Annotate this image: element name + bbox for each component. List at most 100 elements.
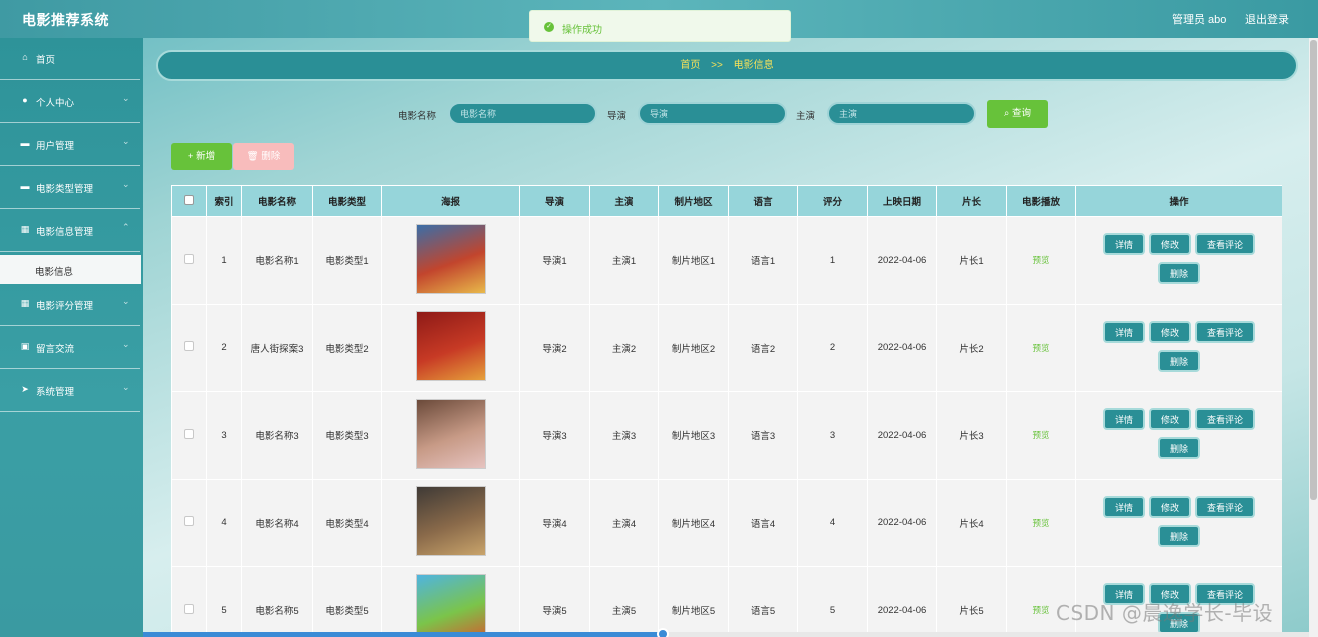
clipboard-icon: ▣	[20, 341, 30, 351]
movie-poster-image	[415, 311, 486, 382]
row-checkbox[interactable]	[184, 603, 194, 614]
query-button[interactable]: ⌕ 查询	[987, 100, 1048, 128]
vertical-scrollbar[interactable]	[1309, 38, 1318, 637]
sidebar-item-message-board[interactable]: ▣ 留言交流 ⌄	[0, 327, 140, 369]
detail-button[interactable]: 详情	[1102, 495, 1145, 518]
preview-cell: 预览	[1006, 478, 1076, 567]
preview-link[interactable]: 预览	[1032, 430, 1049, 440]
row-select-cell	[171, 478, 207, 567]
sidebar-item-personal-center[interactable]: ● 个人中心 ⌄	[0, 81, 140, 123]
poster-cell	[381, 216, 520, 305]
cell-actor: 主演3	[589, 391, 659, 480]
sidebar-item-user-management[interactable]: ▬ 用户管理 ⌄	[0, 124, 140, 166]
delete-button[interactable]: 删除	[1157, 524, 1200, 547]
view-comments-button[interactable]: 查看评论	[1195, 495, 1256, 518]
send-icon: ➤	[21, 384, 29, 394]
column-header: 评分	[797, 185, 868, 217]
preview-link[interactable]: 预览	[1032, 605, 1049, 615]
sidebar-item-movie-score-management[interactable]: ▦ 电影评分管理 ⌄	[0, 284, 140, 326]
view-comments-button[interactable]: 查看评论	[1195, 320, 1256, 343]
home-icon: ⌂	[22, 52, 28, 62]
breadcrumb-current: 电影信息	[733, 60, 774, 71]
sidebar-item-label: 电影类型管理	[36, 184, 94, 195]
actor-input[interactable]	[827, 102, 976, 125]
cell-director: 导演2	[519, 303, 590, 392]
horizontal-scrollbar-handle[interactable]	[657, 628, 669, 637]
column-header: 片长	[936, 185, 1007, 217]
operations-cell: 详情 修改 查看评论删除	[1075, 303, 1282, 392]
horizontal-scrollbar-thumb[interactable]	[143, 632, 663, 637]
cell-region: 制片地区3	[658, 391, 729, 480]
edit-button[interactable]: 修改	[1148, 495, 1191, 518]
logout-link[interactable]: 退出登录	[1245, 11, 1289, 27]
view-comments-button[interactable]: 查看评论	[1195, 233, 1256, 256]
breadcrumb-separator: >>	[711, 60, 723, 71]
delete-button[interactable]: 删除	[1157, 437, 1200, 460]
delete-button[interactable]: 删除	[1157, 262, 1200, 285]
director-label: 导演	[607, 111, 627, 122]
table-row: 4 电影名称4 电影类型4 导演4 主演4 制片地区4 语言4 4 2022-04-06 片长4 预…	[171, 478, 1282, 567]
cell-score: 3	[797, 391, 868, 480]
cell-language: 语言1	[728, 216, 798, 305]
sidebar-item-movie-type-management[interactable]: ▬ 电影类型管理 ⌄	[0, 167, 140, 209]
movie-name-label: 电影名称	[398, 111, 437, 122]
sidebar-item-label: 系统管理	[36, 387, 75, 398]
column-header: 海报	[381, 185, 520, 217]
cell-length: 片长1	[936, 216, 1007, 305]
row-checkbox[interactable]	[184, 516, 194, 527]
row-checkbox[interactable]	[184, 341, 194, 352]
cell-length: 片长3	[936, 391, 1007, 480]
view-comments-button[interactable]: 查看评论	[1195, 408, 1256, 431]
column-header: 索引	[206, 185, 242, 217]
cell-type: 电影类型3	[312, 391, 382, 480]
sidebar-subitem-movie-info[interactable]: 电影信息	[0, 255, 141, 284]
director-input[interactable]	[638, 102, 787, 125]
row-checkbox[interactable]	[184, 253, 194, 264]
detail-button[interactable]: 详情	[1102, 233, 1145, 256]
sidebar-item-label: 电影信息管理	[36, 227, 94, 238]
cell-index: 5	[206, 566, 242, 637]
add-button[interactable]: + 新增	[171, 143, 232, 170]
chevron-down-icon: ⌄	[122, 339, 130, 349]
breadcrumb: 首页 >> 电影信息	[156, 50, 1298, 81]
monitor-icon: ▬	[20, 138, 30, 148]
edit-button[interactable]: 修改	[1148, 320, 1191, 343]
cell-actor: 主演5	[589, 566, 659, 637]
breadcrumb-home[interactable]: 首页	[680, 60, 700, 71]
movie-name-input[interactable]	[448, 102, 597, 125]
sidebar-item-label: 留言交流	[36, 344, 75, 355]
chevron-up-icon: ⌃	[122, 222, 130, 232]
cell-length: 片长4	[936, 478, 1007, 567]
cell-director: 导演4	[519, 478, 590, 567]
cell-type: 电影类型5	[312, 566, 382, 637]
movie-poster-image	[415, 398, 486, 469]
row-checkbox[interactable]	[184, 428, 194, 439]
grid-icon: ▦	[20, 224, 30, 234]
cell-date: 2022-04-06	[867, 391, 937, 480]
chat-icon: ▬	[20, 181, 30, 191]
select-all-checkbox[interactable]	[184, 194, 194, 205]
sidebar-item-system-management[interactable]: ➤ 系统管理 ⌄	[0, 370, 140, 412]
sidebar-item-home[interactable]: ⌂ 首页	[0, 38, 140, 80]
preview-cell: 预览	[1006, 303, 1076, 392]
vertical-scrollbar-thumb[interactable]	[1310, 40, 1317, 500]
poster-cell	[381, 303, 520, 392]
cell-region: 制片地区5	[658, 566, 729, 637]
trash-icon: 🗑	[246, 151, 259, 162]
preview-link[interactable]: 预览	[1032, 255, 1049, 265]
preview-link[interactable]: 预览	[1032, 343, 1049, 353]
cell-name: 电影名称4	[241, 478, 313, 567]
detail-button[interactable]: 详情	[1102, 320, 1145, 343]
delete-button[interactable]: 删除	[1157, 349, 1200, 372]
preview-link[interactable]: 预览	[1032, 518, 1049, 528]
edit-button[interactable]: 修改	[1148, 233, 1191, 256]
detail-button[interactable]: 详情	[1102, 408, 1145, 431]
cell-date: 2022-04-06	[867, 216, 937, 305]
column-header: 上映日期	[867, 185, 937, 217]
cell-score: 1	[797, 216, 868, 305]
movie-table-container: 索引 电影名称 电影类型 海报 导演 主演 制片地区 语言 评分 上映日期 片长…	[171, 185, 1282, 637]
batch-delete-button[interactable]: 🗑 删除	[233, 143, 294, 170]
sidebar-item-movie-info-management[interactable]: ▦ 电影信息管理 ⌃	[0, 210, 140, 252]
edit-button[interactable]: 修改	[1148, 408, 1191, 431]
cell-index: 3	[206, 391, 242, 480]
